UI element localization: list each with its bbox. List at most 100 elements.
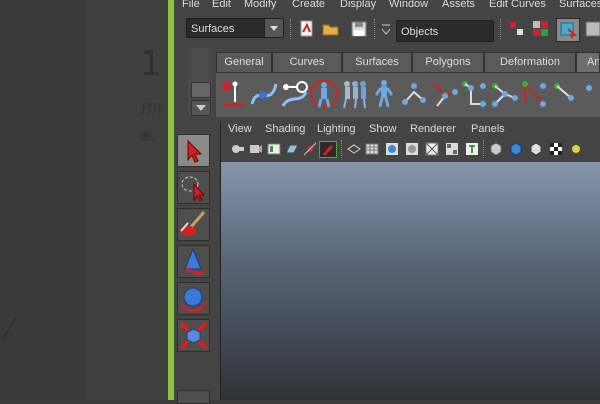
image-plane-icon[interactable] [285,142,299,156]
camera-select-icon[interactable] [231,142,245,156]
move-cone-icon [184,247,206,276]
2d-pan-zoom-icon[interactable] [303,142,317,156]
background-document: 1 打开 面, [0,0,170,400]
checker-icon[interactable] [549,142,563,156]
ghost-icon[interactable] [309,78,339,110]
menu-edit[interactable]: Edit [212,0,231,10]
main-menubar: File Edit Modify Create Display Window A… [174,0,600,14]
bookmarks-icon[interactable] [267,142,281,156]
shelf-tab-animation[interactable]: An [576,52,600,72]
panel-menu-shading[interactable]: Shading [265,123,305,135]
shelf-side-controls [188,48,212,116]
light-icon[interactable] [569,142,583,156]
shelf-menu-button[interactable] [191,100,211,116]
grid-display-icon[interactable] [365,142,379,156]
rotate-tool-button[interactable] [177,282,210,315]
shelf-tabs-toggle-button[interactable] [191,82,211,98]
doc-heading-digit: 1 [140,44,162,84]
panel-menu-view[interactable]: View [228,123,252,135]
status-separator [500,19,503,39]
shaded-cube-icon[interactable] [509,142,523,156]
panel-menu-panels[interactable]: Panels [471,123,505,135]
set-key-icon[interactable] [219,78,249,110]
new-scene-icon[interactable] [298,20,316,38]
paint-brush-icon [180,211,206,236]
status-separator [290,19,293,39]
3d-viewport[interactable] [221,162,600,400]
select-tool-button[interactable] [177,134,210,167]
shelf-tab-curves[interactable]: Curves [272,52,342,72]
rotate-sphere-icon [180,287,207,313]
select-object-icon[interactable] [532,20,550,38]
text-label-icon[interactable] [465,142,479,156]
menu-file[interactable]: File [182,0,200,10]
attach-to-path-icon[interactable] [279,78,309,110]
doc-text-line-2: 面, [141,130,156,143]
panel-separator [341,140,344,158]
select-component-button[interactable] [556,18,580,42]
panel-menu-renderer[interactable]: Renderer [410,123,456,135]
texture-display-icon[interactable] [445,142,459,156]
toolbox-extra-button[interactable] [177,390,210,404]
grease-pencil-icon [322,145,334,156]
wire-on-shaded-icon[interactable] [529,142,543,156]
menu-set-dropdown[interactable]: Surfaces [186,18,284,38]
flat-shade-icon[interactable] [405,142,419,156]
shelf-tab-surfaces[interactable]: Surfaces [342,52,412,72]
shelf-tab-deformation[interactable]: Deformation [484,52,576,72]
save-scene-icon[interactable] [350,20,368,38]
menu-set-value: Surfaces [191,23,235,35]
grease-pencil-button[interactable] [319,141,337,158]
xray-icon[interactable] [425,142,439,156]
scale-tool-button[interactable] [177,319,210,352]
shelf-tab-general[interactable]: General [216,52,272,72]
unghost-icon[interactable] [369,78,399,110]
scale-cube-icon [179,321,208,350]
shelf: General Curves Surfaces Polygons Deforma… [174,48,600,117]
open-scene-icon[interactable] [322,20,340,38]
bind-skin-icon[interactable] [489,78,519,110]
menu-edit-curves[interactable]: Edit Curves [489,0,546,10]
snap-grid-icon[interactable] [584,20,600,38]
selection-mode-value: Objects [401,26,439,38]
motion-path-icon[interactable] [249,78,279,110]
smooth-shade-icon[interactable] [385,142,399,156]
select-arrow-icon [187,139,203,163]
panel-separator [483,140,486,158]
rigid-bind-icon[interactable] [579,78,600,110]
smooth-bind-icon[interactable] [549,78,579,110]
select-component-icon [560,22,577,39]
lasso-icon [181,176,206,202]
paint-select-tool-button[interactable] [177,208,210,241]
detach-skin-icon[interactable] [519,78,549,110]
doc-fragment-mark [0,318,17,340]
menu-surfaces[interactable]: Surfaces [559,0,600,10]
lasso-tool-button[interactable] [177,171,210,204]
doc-text-line-1: 打开 [141,102,163,115]
ghost-select-icon[interactable] [339,78,369,110]
joint-tool-icon[interactable] [399,78,429,110]
panel-menu-show[interactable]: Show [369,123,397,135]
isolate-select-icon[interactable] [489,142,503,156]
menu-assets[interactable]: Assets [442,0,475,10]
wireframe-icon[interactable] [347,142,361,156]
panel-menu-lighting[interactable]: Lighting [317,123,356,135]
toolbox [174,130,218,404]
panel-menubar: View Shading Lighting Show Renderer Pane… [221,122,600,138]
shelf-tab-polygons[interactable]: Polygons [412,52,484,72]
menu-modify[interactable]: Modify [244,0,276,10]
status-line: Surfaces Objects [174,14,600,48]
menu-window[interactable]: Window [389,0,428,10]
ik-handle-icon[interactable] [429,78,459,110]
menu-create[interactable]: Create [292,0,325,10]
menu-display[interactable]: Display [340,0,376,10]
shelf-icon-bar [216,72,600,117]
move-tool-button[interactable] [177,245,210,278]
camera-attributes-icon[interactable] [249,142,263,156]
collapse-arrow-icon[interactable] [381,21,391,39]
ik-spline-icon[interactable] [459,78,489,110]
chevron-down-icon[interactable] [264,19,283,37]
selection-mode-dropdown[interactable]: Objects [396,20,494,42]
select-hierarchy-icon[interactable] [508,20,526,38]
chevron-down-icon [196,105,206,111]
